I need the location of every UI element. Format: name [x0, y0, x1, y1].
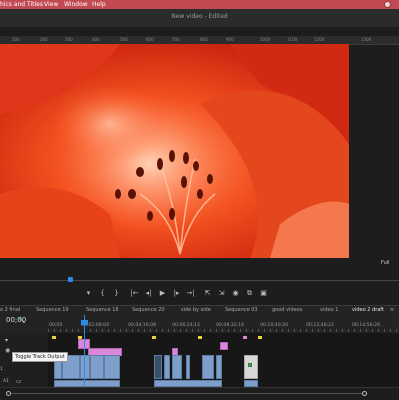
tab-sequence[interactable]: Sequence 20: [132, 307, 165, 313]
menu-graphics-and-titles[interactable]: hics and Titles: [0, 0, 43, 9]
tab-sequence[interactable]: good videos: [272, 307, 302, 313]
play-icon[interactable]: ▶: [158, 289, 167, 297]
ruler-number: 1300: [361, 37, 372, 42]
clip-pink[interactable]: [220, 342, 228, 350]
menu-bar: hics and Titles View Window Help: [0, 0, 399, 9]
tab-sequence[interactable]: Sequence 18: [86, 307, 119, 313]
flower-video-frame: [0, 44, 349, 258]
ruler-number: 400: [92, 37, 100, 42]
track-label: 1: [0, 367, 3, 372]
in-point-icon[interactable]: {: [98, 289, 107, 297]
clip-video[interactable]: [80, 355, 90, 379]
ruler-number: 1100: [287, 37, 298, 42]
clip-video[interactable]: [202, 355, 214, 379]
timeline-playhead-handle[interactable]: [81, 320, 88, 325]
menu-view[interactable]: View: [44, 0, 58, 9]
timecode-label: 00;12;48;22: [306, 323, 335, 328]
lift-icon[interactable]: ⇱: [203, 289, 212, 297]
menu-window[interactable]: Window: [64, 0, 88, 9]
clip-video[interactable]: [186, 355, 190, 379]
step-back-icon[interactable]: ◂|: [144, 289, 153, 297]
monitor-controls: Full ▾ { } |← ◂| ▶ |▸ →| ⇱ ⇲ ◉ ⧉ ▣: [0, 258, 399, 302]
ruler-number: 600: [146, 37, 154, 42]
document-title: New video - Edited: [171, 13, 228, 20]
export-frame-icon[interactable]: ◉: [231, 289, 240, 297]
timeline-playhead[interactable]: [84, 315, 85, 387]
resolution-dropdown[interactable]: Full: [381, 260, 390, 266]
out-point-icon[interactable]: }: [112, 289, 121, 297]
tab-sequence[interactable]: Sequence 19: [36, 307, 69, 313]
track-label: A1: [3, 379, 10, 384]
clip-marker[interactable]: [258, 336, 262, 339]
timeline-ruler[interactable]: 00;00 🔧 00;00 00;02;08;04 00;04;16;08 00…: [0, 315, 399, 333]
ruler-number: 500: [120, 37, 128, 42]
clip-video[interactable]: [164, 355, 170, 379]
clip-video[interactable]: [104, 355, 120, 379]
timecode-label: 00;14;56;26: [352, 323, 381, 328]
extract-icon[interactable]: ⇲: [217, 289, 226, 297]
clip-audio[interactable]: [54, 380, 120, 387]
zoom-handle-right[interactable]: [362, 391, 367, 396]
program-monitor-video[interactable]: [0, 44, 349, 258]
step-forward-icon[interactable]: |▸: [172, 289, 181, 297]
go-to-in-icon[interactable]: |←: [130, 289, 139, 297]
timecode-label: 00;04;16;08: [128, 323, 157, 328]
zoom-scrollbar[interactable]: [11, 393, 362, 394]
tab-sequence[interactable]: side by side: [181, 307, 211, 313]
title-bar: New video - Edited: [0, 9, 399, 27]
clip-audio[interactable]: [244, 380, 258, 387]
tab-sequence[interactable]: o 2 final: [0, 307, 20, 313]
monitor-scrubber[interactable]: [0, 280, 399, 281]
monitor-playhead[interactable]: [68, 277, 73, 282]
clip-image[interactable]: [244, 355, 258, 379]
ruler-ticks: [48, 329, 399, 332]
clip-marker[interactable]: [243, 336, 247, 339]
eye-icon[interactable]: ◉: [5, 347, 10, 354]
ruler-number: 200: [40, 37, 48, 42]
timecode-label: 00;00: [49, 323, 63, 328]
marker-icon[interactable]: ▾: [84, 289, 93, 297]
tab-sequence-active[interactable]: video 2 draft: [352, 307, 384, 313]
clip-video[interactable]: [90, 355, 104, 379]
timecode-label: 00;08;32;16: [216, 323, 245, 328]
ruler-number: 800: [200, 37, 208, 42]
timeline-zoom-bar: [0, 387, 399, 400]
panel-menu-icon[interactable]: ≡: [390, 307, 394, 313]
timecode-label: 00;10;40;20: [260, 323, 289, 328]
ruler-number: 900: [226, 37, 234, 42]
timeline-tracks[interactable]: [48, 333, 399, 387]
clip-marker[interactable]: [52, 336, 56, 339]
clip-green[interactable]: [248, 363, 252, 367]
tab-sequence[interactable]: video 1: [320, 307, 338, 313]
wrench-icon[interactable]: 🔧: [18, 317, 25, 324]
clip-video[interactable]: [154, 355, 162, 379]
compare-icon[interactable]: ⧉: [245, 289, 254, 297]
clip-marker[interactable]: [198, 336, 202, 339]
tooltip: Toggle Track Output: [12, 352, 68, 362]
ruler-number: 1200: [314, 37, 325, 42]
menu-help[interactable]: Help: [92, 0, 106, 9]
ruler-number: 700: [172, 37, 180, 42]
ruler-number: 1000: [260, 37, 271, 42]
clip-video[interactable]: [172, 355, 182, 379]
timecode-label: 00;06;24;12: [172, 323, 201, 328]
lock-icon[interactable]: ▭: [16, 378, 22, 385]
ruler-number: 300: [65, 37, 73, 42]
user-status-icon[interactable]: [384, 1, 391, 8]
overwrite-icon[interactable]: ▣: [259, 289, 268, 297]
lock-icon[interactable]: ▾: [5, 337, 8, 344]
go-to-out-icon[interactable]: →|: [186, 289, 195, 297]
clip-video[interactable]: [216, 355, 222, 379]
tab-sequence[interactable]: Sequence 03: [225, 307, 258, 313]
ruler-number: 100: [12, 37, 20, 42]
clip-marker[interactable]: [152, 336, 156, 339]
clip-audio[interactable]: [154, 380, 222, 387]
